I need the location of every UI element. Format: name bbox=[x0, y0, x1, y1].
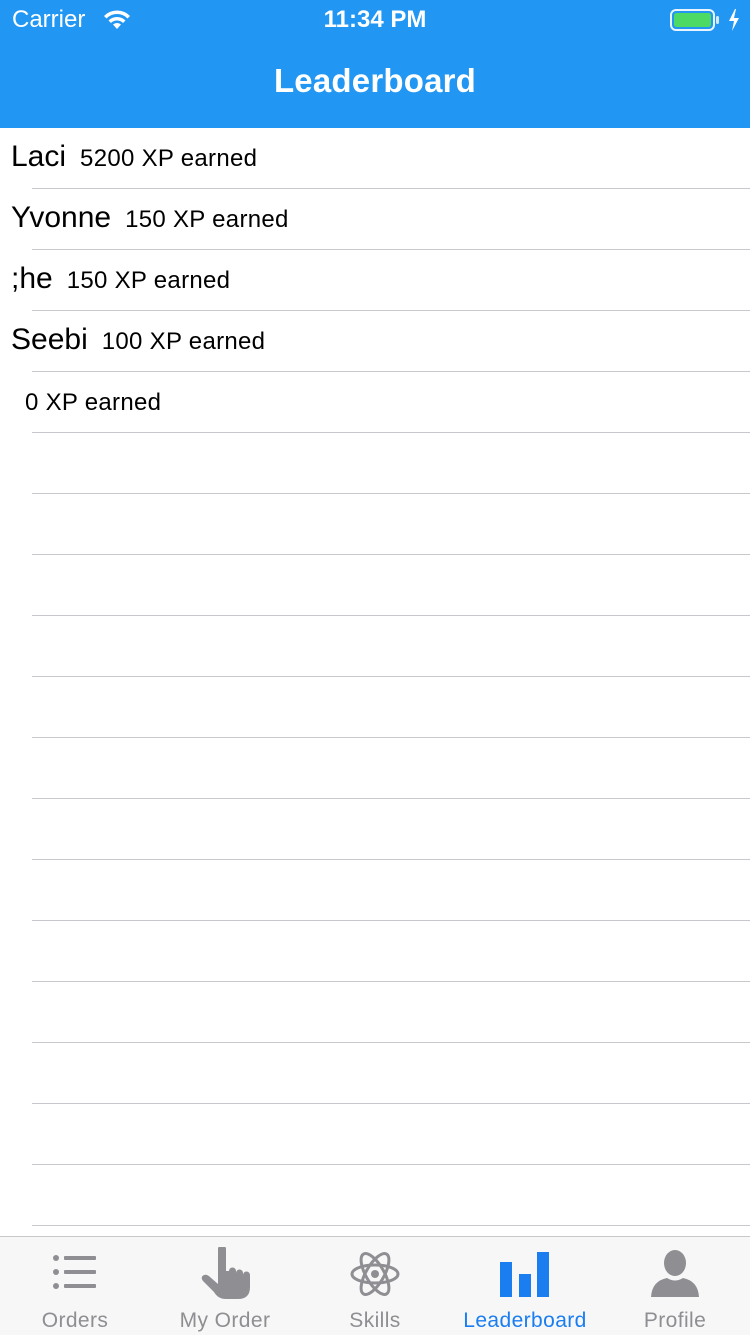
tab-my-order[interactable]: My Order bbox=[150, 1237, 300, 1335]
empty-row bbox=[0, 433, 750, 494]
tab-label: My Order bbox=[179, 1309, 271, 1332]
tab-label: Leaderboard bbox=[463, 1309, 587, 1332]
row-content: Seebi 100 XP earned bbox=[11, 323, 265, 357]
empty-row bbox=[0, 494, 750, 555]
player-name: Yvonne bbox=[11, 201, 112, 234]
charging-bolt-icon bbox=[729, 9, 739, 31]
leaderboard-row[interactable]: Yvonne 150 XP earned bbox=[0, 189, 750, 250]
tab-skills[interactable]: Skills bbox=[300, 1237, 450, 1335]
player-name: Seebi bbox=[11, 323, 88, 356]
empty-row bbox=[0, 555, 750, 616]
battery-icon bbox=[670, 9, 719, 31]
row-content: Laci 5200 XP earned bbox=[11, 140, 257, 174]
player-name: Laci bbox=[11, 140, 67, 173]
player-name: ;he bbox=[11, 262, 53, 295]
person-icon bbox=[651, 1250, 699, 1297]
list-icon bbox=[53, 1255, 96, 1289]
leaderboard-list[interactable]: Laci 5200 XP earned Yvonne 150 XP earned ;he… bbox=[0, 128, 750, 1236]
player-xp: 150 XP earned bbox=[125, 206, 289, 233]
atom-icon bbox=[350, 1252, 400, 1296]
row-content: 0 XP earned bbox=[11, 384, 161, 418]
tab-profile[interactable]: Profile bbox=[600, 1237, 750, 1335]
tab-bar: Orders My Order Skills Leaderboard Profi… bbox=[0, 1236, 750, 1335]
leaderboard-row[interactable]: Laci 5200 XP earned bbox=[0, 128, 750, 189]
tab-leaderboard[interactable]: Leaderboard bbox=[450, 1237, 600, 1335]
page-title: Leaderboard bbox=[273, 62, 477, 99]
player-xp: 0 XP earned bbox=[25, 389, 162, 416]
tab-label: Skills bbox=[349, 1309, 401, 1332]
player-xp: 100 XP earned bbox=[101, 328, 266, 355]
leaderboard-row[interactable]: 0 XP earned bbox=[0, 372, 750, 433]
empty-row bbox=[0, 1043, 750, 1104]
row-content: Yvonne 150 XP earned bbox=[11, 201, 289, 235]
bar-chart-icon bbox=[500, 1252, 549, 1297]
empty-row bbox=[0, 738, 750, 799]
empty-row bbox=[0, 860, 750, 921]
empty-row bbox=[0, 677, 750, 738]
tab-orders[interactable]: Orders bbox=[0, 1237, 150, 1335]
pointing-hand-icon bbox=[201, 1247, 250, 1299]
empty-row bbox=[0, 799, 750, 860]
empty-row bbox=[0, 1104, 750, 1165]
leaderboard-row[interactable]: ;he 150 XP earned bbox=[0, 250, 750, 311]
empty-row bbox=[0, 616, 750, 677]
leaderboard-row[interactable]: Seebi 100 XP earned bbox=[0, 311, 750, 372]
player-xp: 5200 XP earned bbox=[80, 145, 258, 172]
tab-label: Orders bbox=[41, 1309, 109, 1332]
status-bar: Carrier 11:34 PM bbox=[0, 0, 750, 40]
tab-label: Profile bbox=[643, 1309, 707, 1332]
row-content: ;he 150 XP earned bbox=[11, 262, 230, 296]
empty-row bbox=[0, 1165, 750, 1226]
player-xp: 150 XP earned bbox=[66, 267, 231, 294]
navigation-header: Carrier 11:34 PM Leaderboard bbox=[0, 0, 750, 128]
empty-row bbox=[0, 982, 750, 1043]
empty-row bbox=[0, 921, 750, 982]
status-time: 11:34 PM bbox=[323, 6, 427, 33]
